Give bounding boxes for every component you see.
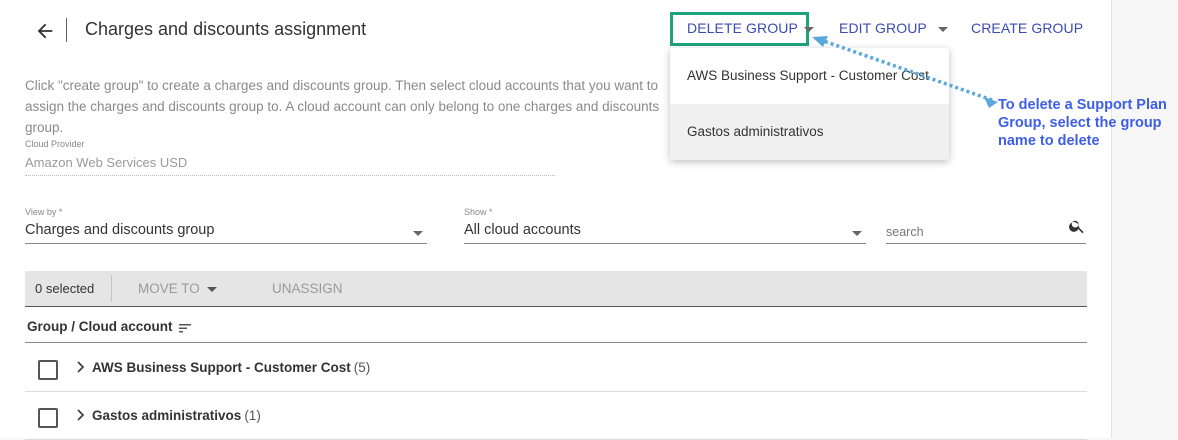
show-value: All cloud accounts <box>464 222 581 238</box>
chevron-right-icon[interactable] <box>75 408 87 422</box>
chevron-down-icon <box>206 287 217 292</box>
delete-group-button[interactable]: DELETE GROUP <box>687 20 814 36</box>
cloud-provider-value: Amazon Web Services USD <box>25 155 188 170</box>
annotation-text: To delete a Support Plan Group, select t… <box>998 97 1167 149</box>
search-icon[interactable] <box>1068 217 1086 235</box>
annotation-arrow <box>812 36 998 108</box>
group-name: AWS Business Support - Customer Cost <box>92 360 351 375</box>
header-divider <box>25 342 1087 343</box>
delete-group-label: DELETE GROUP <box>687 20 798 36</box>
view-by-label: View by * <box>25 207 63 217</box>
back-arrow-icon[interactable] <box>34 20 56 42</box>
view-by-value: Charges and discounts group <box>25 222 215 238</box>
row-checkbox[interactable] <box>38 408 58 428</box>
show-label: Show * <box>464 207 493 217</box>
move-to-label: MOVE TO <box>138 281 200 296</box>
selected-count: 0 selected <box>35 281 95 296</box>
table-row[interactable]: Gastos administrativos (1) <box>25 392 1087 440</box>
column-header[interactable]: Group / Cloud account <box>27 319 193 334</box>
group-count: (5) <box>353 360 371 375</box>
group-name: Gastos administrativos <box>92 408 242 423</box>
row-group-name: AWS Business Support - Customer Cost (5) <box>92 360 370 375</box>
title-divider <box>66 18 67 42</box>
cloud-provider-underline <box>25 175 555 176</box>
move-to-button[interactable]: MOVE TO <box>138 281 217 296</box>
group-count: (1) <box>244 408 261 423</box>
unassign-button[interactable]: UNASSIGN <box>272 281 343 296</box>
column-header-label: Group / Cloud account <box>27 319 173 334</box>
sort-icon[interactable] <box>178 321 193 333</box>
cloud-provider-label: Cloud Provider <box>25 139 85 149</box>
chevron-down-icon <box>413 231 423 236</box>
description-text: Click "create group" to create a charges… <box>25 78 660 135</box>
row-checkbox[interactable] <box>38 360 58 380</box>
action-toolbar: 0 selected MOVE TO UNASSIGN <box>25 271 1087 307</box>
show-select[interactable]: All cloud accounts <box>464 222 866 244</box>
toolbar-divider <box>111 275 112 302</box>
row-group-name: Gastos administrativos (1) <box>92 408 261 423</box>
page-title: Charges and discounts assignment <box>85 19 367 39</box>
chevron-down-icon <box>852 231 862 236</box>
search-input[interactable] <box>886 220 1086 244</box>
table-row[interactable]: AWS Business Support - Customer Cost (5) <box>25 344 1087 392</box>
view-by-select[interactable]: Charges and discounts group <box>25 222 427 244</box>
chevron-right-icon[interactable] <box>75 360 87 374</box>
